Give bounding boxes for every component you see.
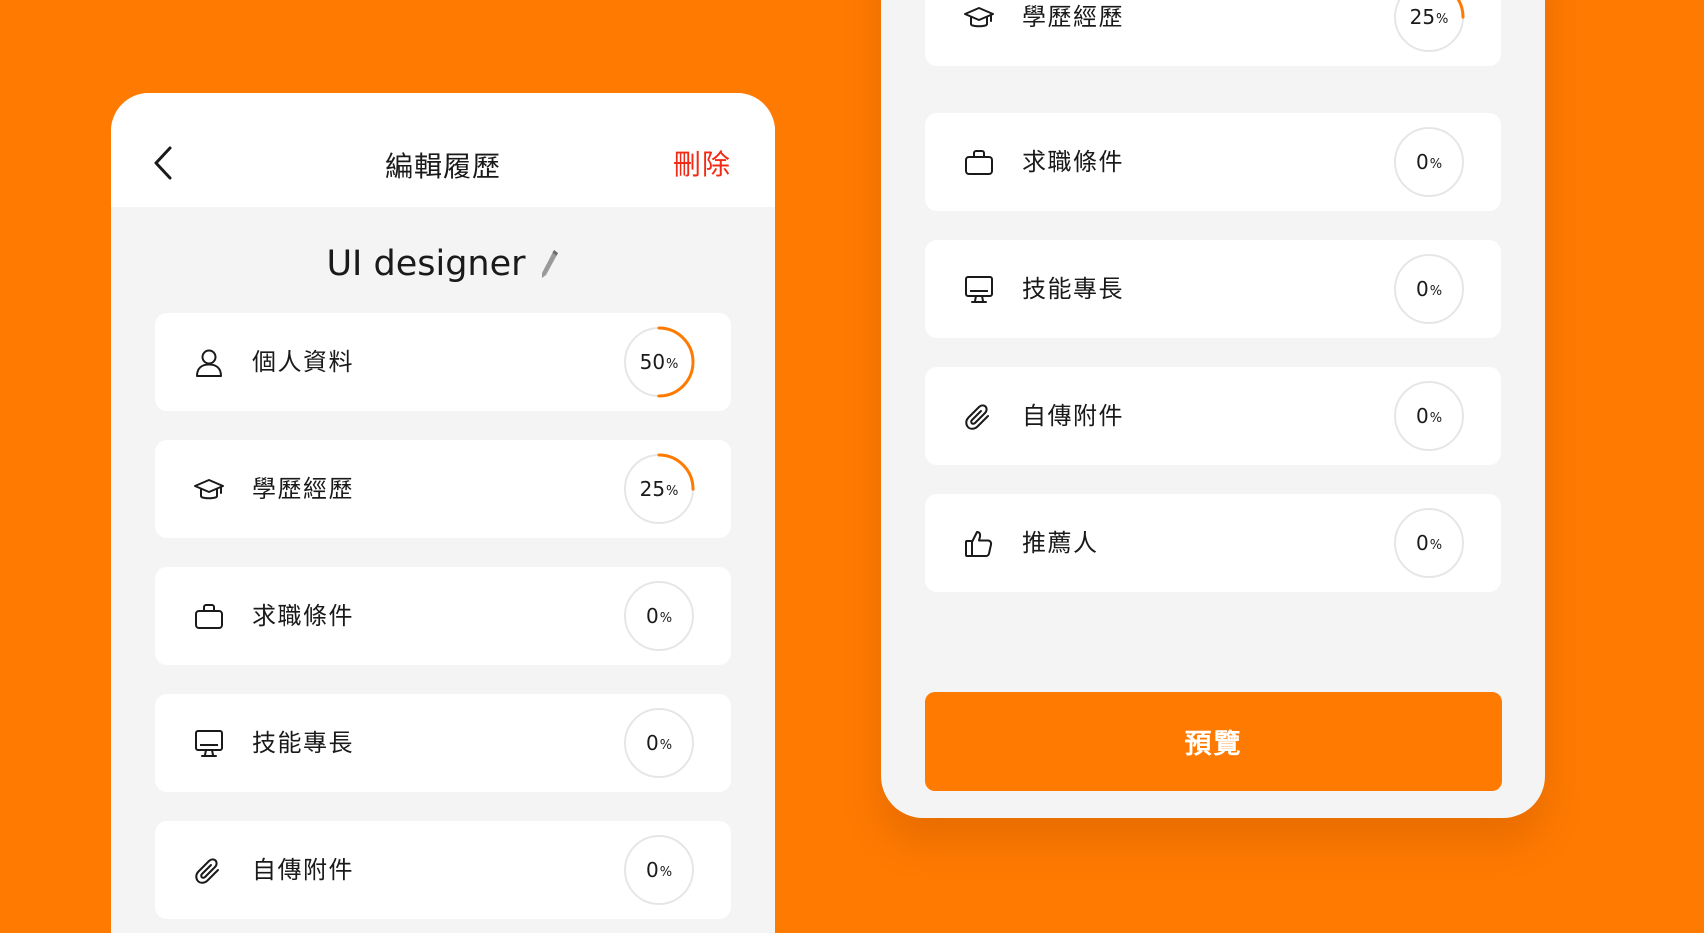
monitor-icon: [963, 274, 995, 306]
section-label: 學歷經歷: [1022, 3, 1124, 31]
progress-unit: %: [659, 611, 673, 626]
section-card-references[interactable]: 推薦人 0%: [925, 494, 1501, 592]
progress-unit: %: [659, 738, 673, 753]
section-label: 學歷經歷: [252, 475, 354, 503]
section-card-job-conditions[interactable]: 求職條件 0%: [155, 567, 731, 665]
progress-value: 25: [1409, 5, 1436, 29]
progress-ring: 50%: [623, 326, 695, 398]
user-icon: [193, 347, 225, 379]
section-label: 求職條件: [252, 602, 354, 630]
progress-unit: %: [1429, 538, 1443, 553]
progress-ring: 0%: [1393, 380, 1465, 452]
graduation-cap-icon: [193, 474, 225, 506]
paperclip-icon: [963, 401, 995, 433]
left-phone-screen: 編輯履歷 刪除 UI designer 個人資料 50% 學歷經歷 25 % 求…: [111, 93, 775, 933]
progress-unit: %: [666, 357, 679, 372]
progress-ring: 0%: [1393, 253, 1465, 325]
section-label: 求職條件: [1022, 148, 1124, 176]
progress-unit: %: [1429, 284, 1443, 299]
section-label: 自傳附件: [252, 856, 354, 884]
edit-name-button[interactable]: [540, 248, 560, 280]
progress-value: 0: [1415, 150, 1429, 174]
progress-ring: 0%: [623, 834, 695, 906]
progress-value: 0: [1415, 277, 1429, 301]
section-label: 自傳附件: [1022, 402, 1124, 430]
progress-ring: 25%: [1393, 0, 1465, 53]
section-card-skills[interactable]: 技能專長 0%: [925, 240, 1501, 338]
thumbs-up-icon: [963, 528, 995, 560]
progress-ring: 0%: [1393, 126, 1465, 198]
pencil-icon: [541, 250, 558, 278]
resume-name-row: UI designer: [111, 239, 775, 289]
section-card-profile[interactable]: 個人資料 50%: [155, 313, 731, 411]
right-phone-screen: 學歷經歷 25% 求職條件 0% 技能專長 0 % 自傳附件 0 % 推薦人 0…: [881, 0, 1545, 818]
section-label: 推薦人: [1022, 529, 1099, 557]
progress-ring: 0%: [1393, 507, 1465, 579]
section-card-attachments[interactable]: 自傳附件 0%: [155, 821, 731, 919]
progress-ring: 0%: [623, 707, 695, 779]
section-label: 個人資料: [252, 348, 354, 376]
progress-value: 0: [645, 858, 659, 882]
progress-value: 50: [639, 350, 666, 374]
monitor-icon: [193, 728, 225, 760]
preview-button[interactable]: 預覽: [925, 692, 1502, 791]
progress-unit: %: [1436, 12, 1449, 27]
progress-value: 0: [645, 604, 659, 628]
briefcase-icon: [193, 601, 225, 633]
section-card-skills[interactable]: 技能專長 0%: [155, 694, 731, 792]
progress-ring: 25%: [623, 453, 695, 525]
progress-ring: 0%: [623, 580, 695, 652]
delete-button[interactable]: 刪除: [673, 143, 731, 183]
progress-unit: %: [1429, 411, 1443, 426]
section-label: 技能專長: [1022, 275, 1124, 303]
section-card-attachments[interactable]: 自傳附件 0%: [925, 367, 1501, 465]
progress-unit: %: [1429, 157, 1443, 172]
progress-value: 25: [639, 477, 666, 501]
graduation-cap-icon: [963, 2, 995, 34]
nav-bar: 編輯履歷 刪除: [111, 93, 775, 207]
progress-value: 0: [1415, 404, 1429, 428]
section-card-job-conditions[interactable]: 求職條件 0%: [925, 113, 1501, 211]
briefcase-icon: [963, 147, 995, 179]
progress-unit: %: [659, 865, 673, 880]
progress-value: 0: [645, 731, 659, 755]
section-card-education[interactable]: 學歷經歷 25%: [155, 440, 731, 538]
resume-name: UI designer: [326, 244, 526, 284]
progress-unit: %: [666, 484, 679, 499]
paperclip-icon: [193, 855, 225, 887]
section-label: 技能專長: [252, 729, 354, 757]
progress-value: 0: [1415, 531, 1429, 555]
section-card-education[interactable]: 學歷經歷 25%: [925, 0, 1501, 66]
